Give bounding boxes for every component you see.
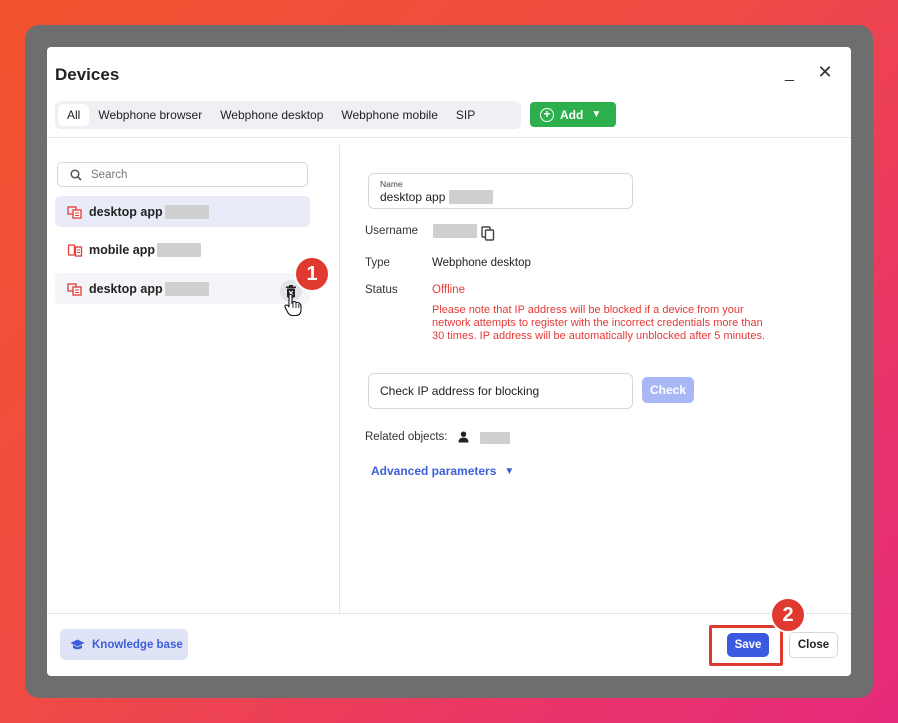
type-value: Webphone desktop xyxy=(432,257,531,269)
related-objects-label: Related objects: xyxy=(365,431,448,443)
devices-dialog: Devices _ ✕ All Webphone browser Webphon… xyxy=(47,47,851,676)
plus-circle-icon: + xyxy=(540,107,554,122)
hand-cursor-icon xyxy=(284,293,302,317)
minimize-icon[interactable]: _ xyxy=(785,65,799,83)
search-placeholder: Search xyxy=(91,168,128,181)
device-label: desktop app xyxy=(89,281,163,296)
redacted-text xyxy=(164,281,209,296)
redacted-text xyxy=(164,204,209,219)
close-button[interactable]: Close xyxy=(789,632,838,658)
copy-icon[interactable] xyxy=(481,226,495,241)
device-label: mobile app xyxy=(89,242,155,257)
add-device-button[interactable]: + Add ▼ xyxy=(530,102,616,127)
username-label: Username xyxy=(365,225,419,237)
tab-sip[interactable]: SIP xyxy=(447,104,484,126)
device-label: desktop app xyxy=(89,204,163,219)
save-button[interactable]: Save xyxy=(727,633,769,657)
type-label: Type xyxy=(365,257,390,269)
step-badge-1: 1 xyxy=(294,256,330,292)
desktop-phone-icon xyxy=(67,282,82,296)
close-icon[interactable]: ✕ xyxy=(817,63,833,81)
knowledge-base-label: Knowledge base xyxy=(92,638,183,651)
name-field-value: desktop app xyxy=(380,190,446,204)
redacted-text xyxy=(433,224,477,238)
divider xyxy=(339,145,340,613)
status-label: Status xyxy=(365,284,398,296)
ip-block-warning: Please note that IP address will be bloc… xyxy=(432,304,766,342)
step-badge-2: 2 xyxy=(770,597,806,633)
chevron-down-icon: ▼ xyxy=(591,109,602,120)
redacted-text xyxy=(156,242,201,257)
mobile-phone-icon xyxy=(67,243,83,257)
redacted-text xyxy=(449,190,494,204)
search-icon xyxy=(70,168,82,181)
ip-check-field[interactable]: Check IP address for blocking xyxy=(368,373,633,409)
device-type-tabs: All Webphone browser Webphone desktop We… xyxy=(55,101,521,129)
name-field[interactable]: Name desktop app xyxy=(368,173,633,209)
device-list-item[interactable]: desktop app xyxy=(55,196,310,227)
redacted-text xyxy=(480,432,510,444)
tab-all[interactable]: All xyxy=(58,104,90,126)
divider xyxy=(47,613,851,614)
desktop-phone-icon xyxy=(67,205,82,219)
check-button[interactable]: Check xyxy=(642,377,694,403)
device-list-item[interactable]: desktop app xyxy=(55,273,310,304)
add-button-label: Add xyxy=(560,107,584,122)
search-input[interactable]: Search xyxy=(57,162,308,187)
tab-webphone-browser[interactable]: Webphone browser xyxy=(89,104,211,126)
tab-webphone-mobile[interactable]: Webphone mobile xyxy=(332,104,447,126)
dialog-title: Devices xyxy=(55,65,120,84)
user-icon xyxy=(458,431,469,443)
name-field-label: Name xyxy=(380,179,403,189)
advanced-parameters-label: Advanced parameters xyxy=(371,464,497,478)
device-list-item[interactable]: mobile app xyxy=(55,234,310,265)
divider xyxy=(47,137,851,138)
knowledge-base-button[interactable]: Knowledge base xyxy=(60,629,188,660)
graduation-cap-icon xyxy=(70,639,85,649)
advanced-parameters-toggle[interactable]: Advanced parameters ▼ xyxy=(371,464,514,478)
chevron-down-icon: ▼ xyxy=(504,465,515,477)
tab-webphone-desktop[interactable]: Webphone desktop xyxy=(211,104,332,126)
status-value: Offline xyxy=(432,284,466,296)
